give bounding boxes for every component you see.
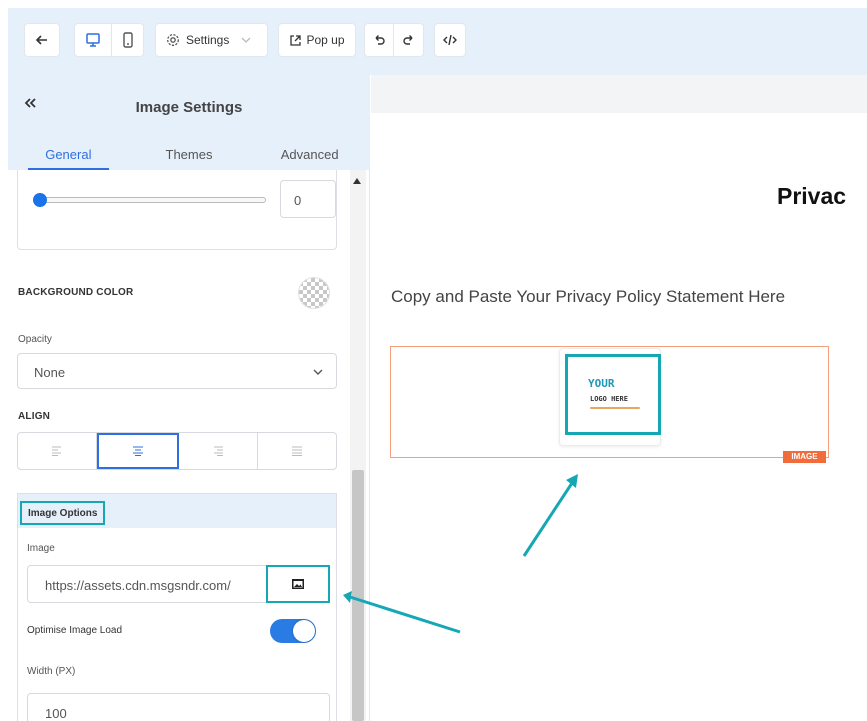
mobile-view-button[interactable] [112, 23, 144, 57]
align-right-icon [214, 446, 223, 456]
tab-general[interactable]: General [8, 138, 129, 170]
popup-label: Pop up [306, 33, 345, 47]
logo-text-your: YOUR [588, 377, 615, 390]
code-icon [443, 34, 457, 46]
top-toolbar: Settings Pop up [8, 8, 867, 75]
back-button[interactable] [24, 23, 60, 57]
align-justify-button[interactable] [258, 433, 336, 469]
slider-value-input[interactable]: 0 [280, 180, 336, 218]
settings-dropdown[interactable]: Settings [155, 23, 268, 57]
gear-icon [167, 34, 179, 46]
tab-themes[interactable]: Themes [129, 138, 250, 170]
image-icon [292, 579, 304, 589]
undo-icon [375, 34, 385, 45]
image-element-tag: IMAGE [783, 451, 826, 463]
arrow-up-right-icon [522, 474, 578, 557]
desktop-view-button[interactable] [74, 23, 112, 57]
align-center-button[interactable] [97, 433, 179, 469]
redo-button[interactable] [394, 23, 424, 57]
scroll-up-arrow-icon[interactable] [353, 178, 361, 184]
align-right-button[interactable] [179, 433, 258, 469]
desktop-icon [86, 33, 100, 47]
align-justify-icon [292, 446, 302, 456]
align-left-icon [52, 446, 61, 456]
chevron-down-icon [313, 369, 323, 375]
settings-label: Settings [186, 33, 230, 47]
page-heading[interactable]: Privac [777, 183, 846, 210]
redo-icon [403, 34, 413, 45]
canvas-top-bar [371, 75, 867, 113]
panel-scroll-area: 0 BACKGROUND COLOR Opacity None ALIGN Im… [8, 170, 370, 721]
slider-handle[interactable] [33, 193, 47, 207]
align-left-button[interactable] [18, 433, 97, 469]
slider-box: 0 [17, 170, 337, 250]
width-input[interactable]: 100 [27, 693, 330, 721]
logo-image[interactable]: YOUR LOGO HERE [565, 354, 661, 435]
image-label: Image [27, 543, 55, 554]
code-view-button[interactable] [434, 23, 466, 57]
tab-advanced[interactable]: Advanced [249, 138, 370, 170]
scrollbar-thumb[interactable] [352, 470, 364, 721]
opacity-select[interactable]: None [17, 353, 337, 389]
device-toggle [74, 23, 144, 57]
mobile-icon [122, 32, 133, 48]
align-center-icon [133, 446, 143, 456]
page-body-text[interactable]: Copy and Paste Your Privacy Policy State… [391, 287, 785, 307]
opacity-label: Opacity [18, 334, 52, 345]
opacity-value: None [34, 365, 66, 380]
panel-scrollbar[interactable] [350, 170, 366, 721]
settings-panel: Image Settings General Themes Advanced 0… [8, 75, 370, 721]
chevron-down-icon [241, 37, 251, 43]
background-color-swatch[interactable] [298, 277, 330, 309]
logo-text-logo-here: LOGO HERE [590, 395, 628, 403]
optimise-image-toggle[interactable] [270, 619, 316, 643]
align-options [17, 432, 337, 470]
panel-title: Image Settings [135, 99, 243, 116]
align-label: ALIGN [18, 411, 51, 422]
slider-track[interactable] [38, 197, 266, 203]
external-link-icon [290, 34, 302, 46]
toggle-knob [293, 620, 315, 642]
panel-tabs: General Themes Advanced [8, 138, 370, 170]
logo-underline [590, 407, 640, 409]
undo-button[interactable] [364, 23, 394, 57]
image-options-section: Image Options Image https://assets.cdn.m… [17, 493, 337, 721]
popup-button[interactable]: Pop up [278, 23, 356, 57]
arrow-left-icon [35, 35, 47, 45]
panel-header: Image Settings General Themes Advanced [8, 75, 370, 170]
width-label: Width (PX) [27, 666, 76, 677]
image-url-input[interactable]: https://assets.cdn.msgsndr.com/ [27, 565, 267, 603]
image-picker-button[interactable] [266, 565, 330, 603]
history-controls [364, 23, 424, 57]
image-options-title: Image Options [20, 501, 106, 525]
optimise-image-label: Optimise Image Load [27, 625, 123, 636]
background-color-label: BACKGROUND COLOR [18, 287, 134, 298]
image-options-header[interactable]: Image Options [18, 494, 336, 528]
